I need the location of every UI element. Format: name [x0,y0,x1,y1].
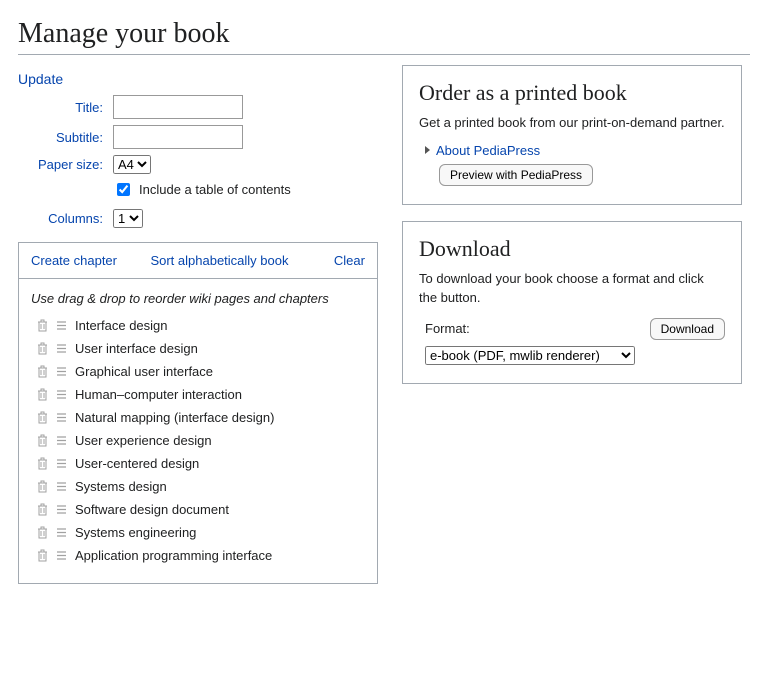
list-item[interactable]: Natural mapping (interface design) [31,410,365,425]
list-item[interactable]: User experience design [31,433,365,448]
page-title: Manage your book [18,18,750,55]
list-item-label: Application programming interface [75,548,272,563]
sort-alpha-link[interactable]: Sort alphabetically book [150,253,300,268]
order-heading: Order as a printed book [419,80,725,106]
list-item[interactable]: Graphical user interface [31,364,365,379]
paper-size-label: Paper size: [18,157,113,172]
drag-icon[interactable] [56,457,67,470]
pages-list: Use drag & drop to reorder wiki pages an… [18,279,378,584]
actions-bar: Create chapter Sort alphabetically book … [18,242,378,279]
create-chapter-link[interactable]: Create chapter [31,253,117,268]
list-item[interactable]: Systems design [31,479,365,494]
drag-icon[interactable] [56,342,67,355]
trash-icon[interactable] [37,342,48,355]
download-description: To download your book choose a format an… [419,270,725,308]
trash-icon[interactable] [37,319,48,332]
download-heading: Download [419,236,725,262]
trash-icon[interactable] [37,434,48,447]
list-item-label: Natural mapping (interface design) [75,410,274,425]
download-button[interactable]: Download [650,318,725,340]
list-item[interactable]: Interface design [31,318,365,333]
columns-label: Columns: [18,211,113,226]
trash-icon[interactable] [37,480,48,493]
subtitle-label: Subtitle: [18,130,113,145]
toc-checkbox[interactable] [117,183,130,196]
clear-link[interactable]: Clear [334,253,365,268]
drag-icon[interactable] [56,388,67,401]
list-item-label: Systems design [75,479,167,494]
list-item-label: Software design document [75,502,229,517]
title-label: Title: [18,100,113,115]
list-item[interactable]: Human–computer interaction [31,387,365,402]
update-heading: Update [18,71,378,87]
trash-icon[interactable] [37,549,48,562]
format-select[interactable]: e-book (PDF, mwlib renderer) [425,346,635,365]
list-item[interactable]: Software design document [31,502,365,517]
subtitle-input[interactable] [113,125,243,149]
trash-icon[interactable] [37,526,48,539]
download-panel: Download To download your book choose a … [402,221,742,384]
drag-hint: Use drag & drop to reorder wiki pages an… [31,291,365,306]
list-item[interactable]: Systems engineering [31,525,365,540]
drag-icon[interactable] [56,365,67,378]
toc-label: Include a table of contents [139,182,291,197]
about-pediapress-link[interactable]: About PediaPress [436,143,540,158]
list-item[interactable]: User-centered design [31,456,365,471]
list-item-label: Human–computer interaction [75,387,242,402]
list-item[interactable]: Application programming interface [31,548,365,563]
drag-icon[interactable] [56,434,67,447]
paper-size-select[interactable]: A4 [113,155,151,174]
list-item-label: User interface design [75,341,198,356]
drag-icon[interactable] [56,319,67,332]
list-item-label: Systems engineering [75,525,196,540]
list-item-label: User-centered design [75,456,199,471]
list-item-label: Interface design [75,318,168,333]
drag-icon[interactable] [56,549,67,562]
trash-icon[interactable] [37,388,48,401]
trash-icon[interactable] [37,457,48,470]
list-item-label: User experience design [75,433,212,448]
format-label: Format: [425,321,470,336]
preview-button[interactable]: Preview with PediaPress [439,164,593,186]
drag-icon[interactable] [56,526,67,539]
columns-select[interactable]: 1 [113,209,143,228]
expand-icon[interactable] [425,146,430,154]
list-item-label: Graphical user interface [75,364,213,379]
drag-icon[interactable] [56,503,67,516]
order-description: Get a printed book from our print-on-dem… [419,114,725,133]
title-input[interactable] [113,95,243,119]
trash-icon[interactable] [37,503,48,516]
drag-icon[interactable] [56,411,67,424]
drag-icon[interactable] [56,480,67,493]
order-panel: Order as a printed book Get a printed bo… [402,65,742,205]
trash-icon[interactable] [37,411,48,424]
list-item[interactable]: User interface design [31,341,365,356]
trash-icon[interactable] [37,365,48,378]
